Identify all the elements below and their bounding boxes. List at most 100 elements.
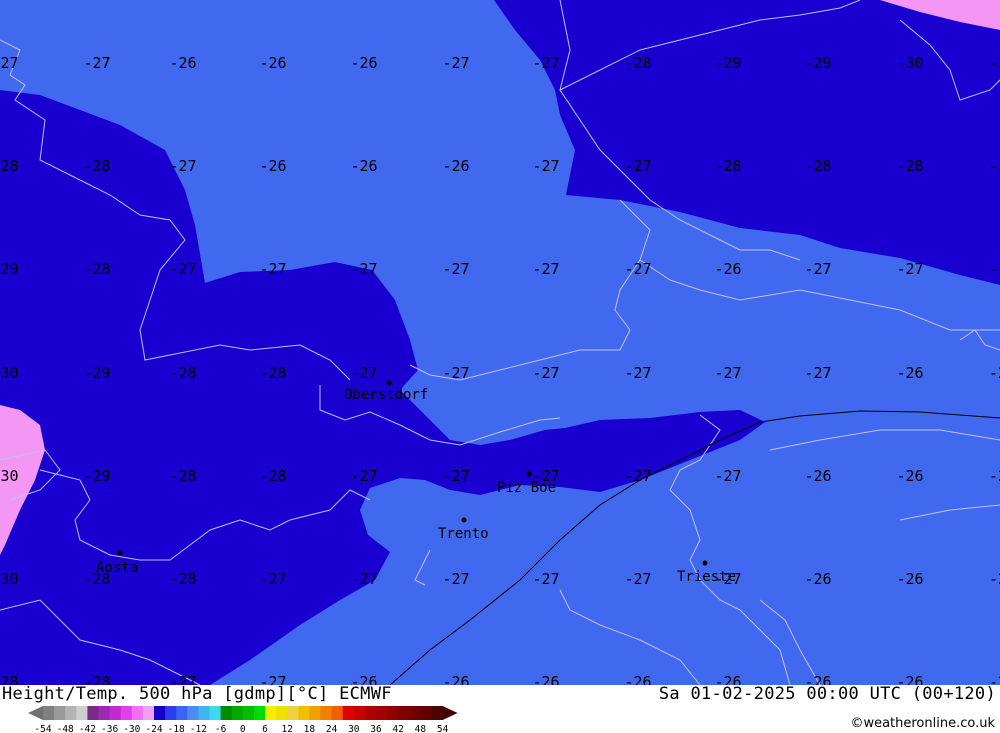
color-scale: -54 -48 -42 -36 -30 -24 -18 -12 -6 0 6 12 18 24 30 36 42… [28, 706, 458, 733]
grid-value: -29 [83, 364, 110, 382]
scale-swatch [298, 706, 310, 720]
scale-swatch [231, 706, 244, 720]
place-label: Trento [438, 526, 489, 542]
grid-value: -30 [0, 467, 19, 485]
scale-label: 0 [240, 724, 246, 733]
grid-value: -27 [83, 54, 110, 72]
place-dot-trento [461, 517, 467, 523]
grid-value: -27 [624, 364, 651, 382]
scale-swatch [364, 706, 377, 720]
grid-value: -27 [624, 260, 651, 278]
grid-value: -27 [442, 467, 469, 485]
scale-label: -48 [57, 724, 74, 733]
scale-swatch [187, 706, 199, 720]
scale-label: -42 [79, 724, 96, 733]
grid-value: -27 [442, 54, 469, 72]
grid-value: -29 [714, 54, 741, 72]
scale-label: 42 [392, 724, 403, 733]
grid-value: -26 [624, 673, 651, 685]
grid-value: -27 [532, 467, 559, 485]
grid-value: -27 [442, 570, 469, 588]
grid-value: -27 [804, 260, 831, 278]
grid-value: -27 [350, 260, 377, 278]
scale-swatch [309, 706, 321, 720]
grid-value: -28 [896, 157, 923, 175]
scale-label: 18 [304, 724, 316, 733]
grid-value: -26 [804, 570, 831, 588]
scale-swatch [320, 706, 333, 720]
grid-value: -27 [169, 260, 196, 278]
scale-label: 54 [437, 724, 449, 733]
scale-swatch [220, 706, 233, 720]
scale-swatch [120, 706, 133, 720]
grid-value: -26 [350, 54, 377, 72]
grid-value: -26 [442, 673, 469, 685]
grid-value: -2 [989, 364, 1000, 382]
scale-arrow-left [28, 706, 43, 720]
grid-value: -29 [83, 467, 110, 485]
grid-value: -28 [169, 364, 196, 382]
grid-value: -2 [989, 260, 1000, 278]
scale-swatch [242, 706, 255, 720]
place-dot-aosta [117, 550, 123, 556]
scale-label: 6 [262, 724, 268, 733]
scale-swatch [287, 706, 299, 720]
scale-swatch [43, 706, 55, 720]
grid-value: -27 [532, 157, 559, 175]
scale-swatch [265, 706, 277, 720]
scale-label: 30 [348, 724, 360, 733]
scale-label: -30 [123, 724, 140, 733]
scale-swatch [76, 706, 88, 720]
grid-value: -27 [350, 364, 377, 382]
grid-value: -27 [0, 54, 19, 72]
scale-swatch [331, 706, 344, 720]
grid-value: -27 [259, 570, 286, 588]
scale-swatch [165, 706, 177, 720]
grid-value: -27 [169, 157, 196, 175]
scale-label: 36 [370, 724, 382, 733]
grid-value: -29 [0, 260, 19, 278]
grid-value: -27 [624, 467, 651, 485]
scale-swatch [131, 706, 144, 720]
scale-swatch [353, 706, 366, 720]
scale-label: -6 [215, 724, 227, 733]
scale-swatch [276, 706, 288, 720]
grid-value: -26 [259, 54, 286, 72]
place-label: Oberstdorf [344, 387, 428, 403]
scale-swatch [209, 706, 222, 720]
grid-value: -28 [0, 157, 19, 175]
scale-label: -24 [145, 724, 162, 733]
grid-value: -26 [896, 467, 923, 485]
scale-swatch [420, 706, 432, 720]
scale-label: 12 [281, 724, 292, 733]
scale-swatch [409, 706, 421, 720]
grid-value: -27 [532, 570, 559, 588]
scale-arrow-right [442, 706, 458, 720]
scale-swatch [109, 706, 122, 720]
scale-swatch [342, 706, 355, 720]
grid-value: -27 [714, 570, 741, 588]
scale-label: -36 [101, 724, 118, 733]
credit-link[interactable]: ©weatheronline.co.uk [850, 716, 995, 731]
grid-value: -28 [804, 157, 831, 175]
grid-value: -27 [896, 260, 923, 278]
grid-value: -27 [442, 260, 469, 278]
grid-value: -26 [532, 673, 559, 685]
grid-value: -26 [714, 260, 741, 278]
grid-value: -28 [624, 54, 651, 72]
grid-value: -2 [989, 467, 1000, 485]
grid-value: -27 [532, 54, 559, 72]
grid-value: -28 [83, 260, 110, 278]
grid-value: -30 [0, 364, 19, 382]
scale-swatch [431, 706, 444, 720]
grid-value: -27 [624, 570, 651, 588]
grid-value: -2 [989, 157, 1000, 175]
grid-value: -27 [350, 570, 377, 588]
place-dot-piz-boe [526, 471, 532, 477]
scale-swatch [198, 706, 210, 720]
grid-value: -26 [169, 54, 196, 72]
scale-swatch [253, 706, 266, 720]
grid-value: -26 [804, 467, 831, 485]
scale-swatch [142, 706, 155, 720]
scale-swatch [98, 706, 111, 720]
